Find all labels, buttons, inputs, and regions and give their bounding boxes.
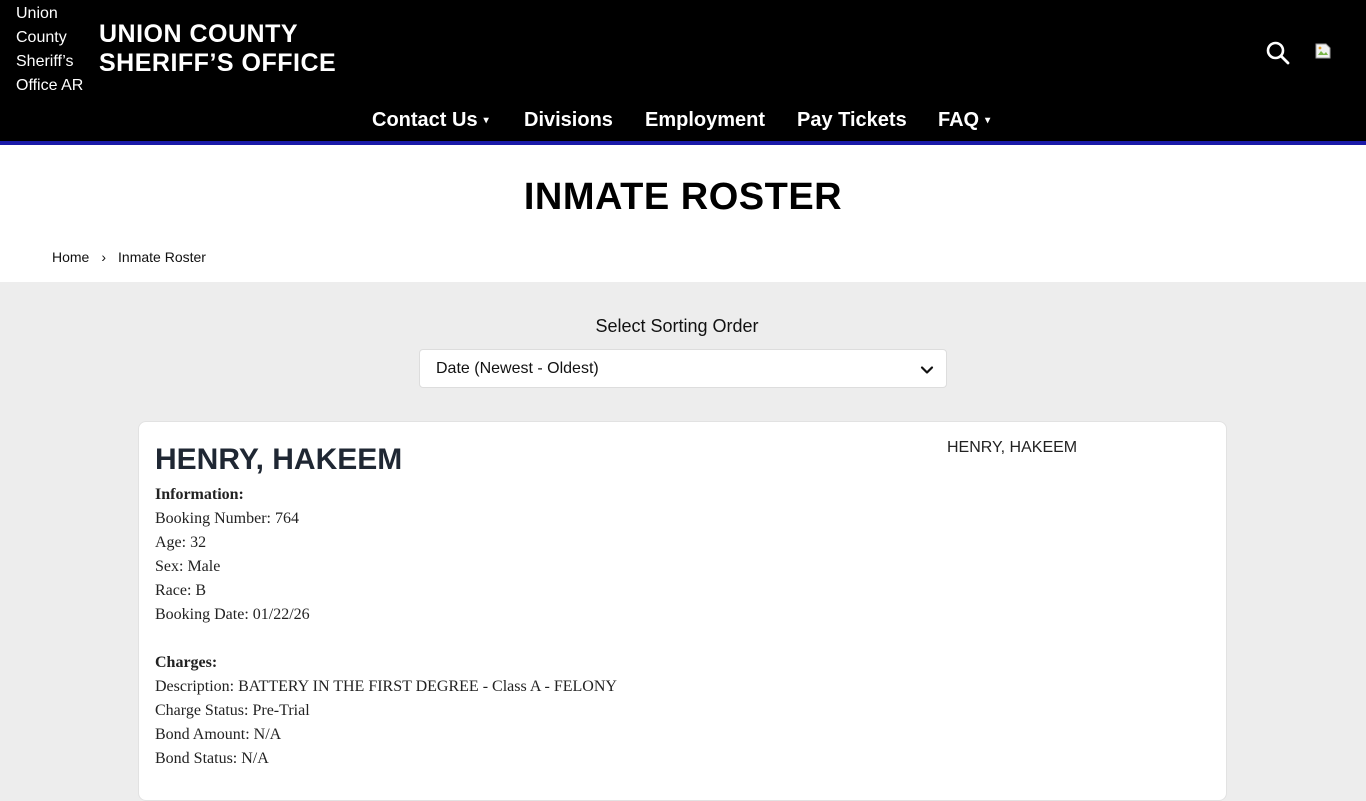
breadcrumb-separator: › bbox=[101, 249, 107, 266]
dropdown-caret-icon: ▾ bbox=[483, 115, 489, 126]
page-title-band: INMATE ROSTER Home › Inmate Roster bbox=[0, 145, 1366, 282]
inmate-name: HENRY, HAKEEM bbox=[155, 443, 403, 476]
booking-date: Booking Date: 01/22/26 bbox=[155, 606, 310, 623]
inmate-photo: HENRY, HAKEEM bbox=[947, 439, 1077, 457]
nav-contact-us-label: Contact Us bbox=[372, 109, 478, 131]
sort-order-select[interactable]: Date (Newest - Oldest) bbox=[419, 349, 947, 388]
breadcrumb-home-link[interactable]: Home bbox=[52, 249, 89, 265]
logo-alt-text: Union County Sheriff’s Office AR bbox=[16, 5, 84, 94]
inmate-card: HENRY, HAKEEM HENRY, HAKEEM Information:… bbox=[138, 421, 1227, 801]
sex: Sex: Male bbox=[155, 558, 221, 575]
site-header: Union County Sheriff’s Office AR UNION C… bbox=[0, 0, 1366, 141]
information-heading: Information: bbox=[155, 486, 244, 503]
site-title-line2: SHERIFF’S OFFICE bbox=[99, 49, 337, 77]
charge-description: Description: BATTERY IN THE FIRST DEGREE… bbox=[155, 678, 617, 695]
page-title: INMATE ROSTER bbox=[523, 176, 843, 218]
booking-number: Booking Number: 764 bbox=[155, 510, 299, 527]
site-title-line1: UNION COUNTY bbox=[99, 20, 299, 48]
nav-employment[interactable]: Employment bbox=[645, 104, 765, 136]
bond-amount: Bond Amount: N/A bbox=[155, 726, 282, 743]
nav-divisions[interactable]: Divisions bbox=[524, 104, 613, 136]
sort-label: Select Sorting Order bbox=[595, 316, 759, 336]
nav-pay-tickets-label: Pay Tickets bbox=[797, 109, 907, 131]
nav-employment-label: Employment bbox=[645, 109, 766, 131]
site-logo[interactable]: Union County Sheriff’s Office AR bbox=[16, 2, 92, 98]
breadcrumb: Home › Inmate Roster bbox=[52, 248, 206, 265]
nav-contact-us[interactable]: Contact Us ▾ bbox=[372, 104, 489, 137]
charge-status: Charge Status: Pre-Trial bbox=[155, 702, 310, 719]
dropdown-caret-icon: ▾ bbox=[985, 115, 991, 126]
bond-status: Bond Status: N/A bbox=[155, 750, 269, 767]
sort-selected-value: Date (Newest - Oldest) bbox=[436, 360, 599, 377]
search-icon[interactable] bbox=[1265, 40, 1291, 66]
nav-divisions-label: Divisions bbox=[524, 109, 613, 131]
broken-image-icon[interactable] bbox=[1315, 43, 1331, 59]
charges-heading: Charges: bbox=[155, 654, 218, 671]
inmate-photo-alt-text: HENRY, HAKEEM bbox=[947, 439, 1078, 456]
site-title[interactable]: UNION COUNTY SHERIFF’S OFFICE bbox=[99, 20, 336, 78]
nav-faq[interactable]: FAQ ▾ bbox=[938, 104, 990, 137]
age: Age: 32 bbox=[155, 534, 207, 551]
chevron-down-icon bbox=[920, 366, 934, 374]
main-nav: Contact Us ▾ Divisions Employment Pay Tic… bbox=[0, 104, 1366, 136]
nav-faq-label: FAQ bbox=[938, 109, 980, 131]
breadcrumb-current: Inmate Roster bbox=[118, 249, 206, 266]
nav-pay-tickets[interactable]: Pay Tickets bbox=[797, 104, 907, 136]
inmate-details: Information: Booking Number: 764 Age: 32… bbox=[155, 483, 617, 771]
race: Race: B bbox=[155, 582, 207, 599]
